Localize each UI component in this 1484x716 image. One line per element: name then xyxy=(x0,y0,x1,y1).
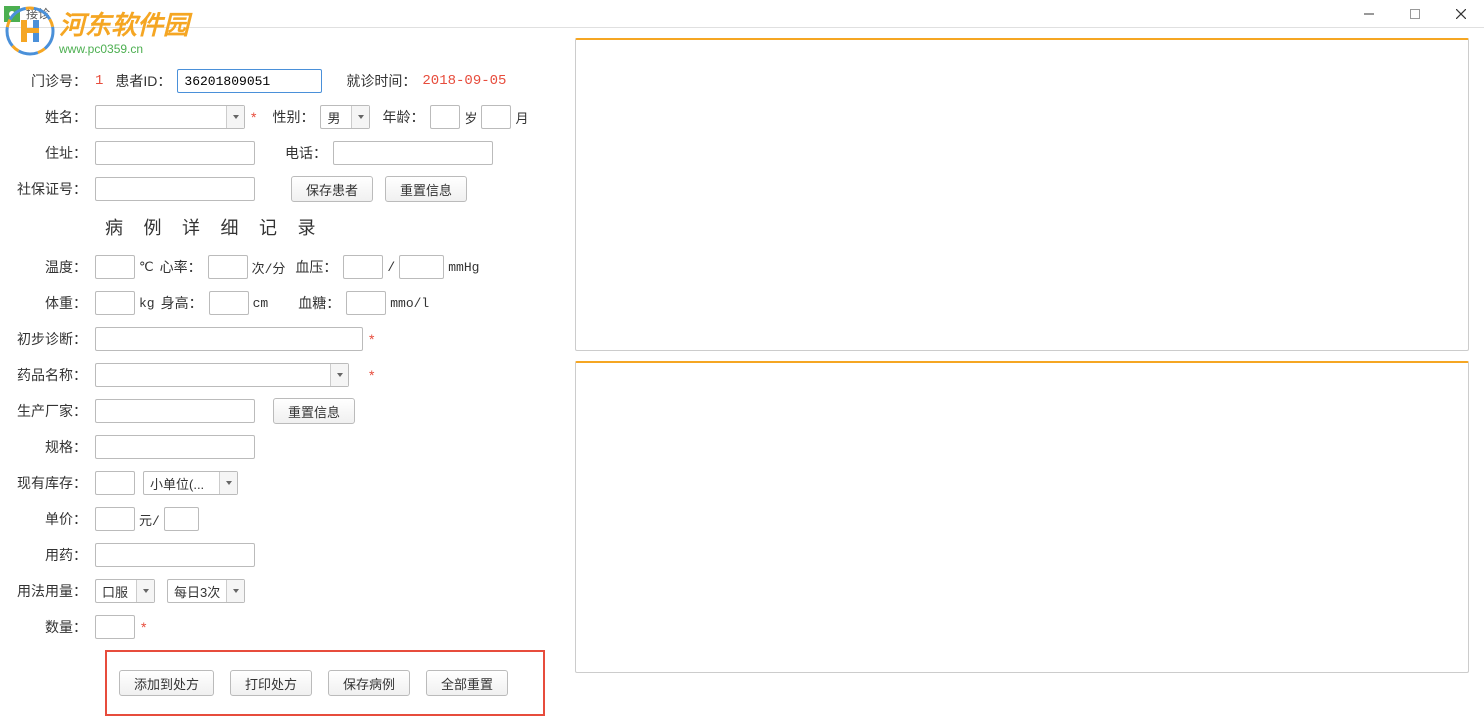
add-to-rx-button[interactable]: 添加到处方 xyxy=(119,670,214,696)
name-combo[interactable] xyxy=(95,105,245,129)
months-unit: 月 xyxy=(511,108,532,127)
window-controls xyxy=(1346,0,1484,27)
age-years-input[interactable] xyxy=(430,105,460,129)
diagnosis-input[interactable] xyxy=(95,327,363,351)
temp-input[interactable] xyxy=(95,255,135,279)
manufacturer-label: 生产厂家： xyxy=(10,401,95,421)
reset-info-button[interactable]: 重置信息 xyxy=(273,398,355,424)
ssn-label: 社保证号： xyxy=(10,179,95,199)
app-icon xyxy=(4,6,20,22)
save-patient-button[interactable]: 保存患者 xyxy=(291,176,373,202)
clinic-no-value: 1 xyxy=(95,73,103,89)
visit-time-value: 2018-09-05 xyxy=(422,73,506,89)
small-unit-combo[interactable]: 小单位(... xyxy=(143,471,238,495)
bs-unit: mmo/l xyxy=(386,296,433,311)
clinic-no-label: 门诊号： xyxy=(10,71,95,91)
price-input[interactable] xyxy=(95,507,135,531)
right-top-box xyxy=(575,38,1469,351)
weight-label: 体重： xyxy=(10,293,95,313)
spec-label: 规格： xyxy=(10,437,95,457)
price-unit-input[interactable] xyxy=(164,507,199,531)
stock-label: 现有库存： xyxy=(10,473,95,493)
bp-sys-input[interactable] xyxy=(343,255,383,279)
bp-label: 血压： xyxy=(289,257,343,277)
bs-input[interactable] xyxy=(346,291,386,315)
age-months-input[interactable] xyxy=(481,105,511,129)
action-buttons-highlight: 添加到处方 打印处方 保存病例 全部重置 xyxy=(105,650,545,716)
visit-time-label: 就诊时间： xyxy=(322,71,422,91)
stock-input[interactable] xyxy=(95,471,135,495)
name-label: 姓名： xyxy=(10,107,95,127)
hr-label: 心率： xyxy=(158,257,208,277)
right-panel xyxy=(570,28,1484,683)
ssn-input[interactable] xyxy=(95,177,255,201)
form-panel: 门诊号： 1 患者ID： 就诊时间： 2018-09-05 姓名： * 性别： … xyxy=(0,28,570,683)
bs-label: 血糖： xyxy=(272,293,346,313)
frequency-combo[interactable]: 每日3次 xyxy=(167,579,245,603)
medication-input[interactable] xyxy=(95,543,255,567)
drug-name-label: 药品名称： xyxy=(10,365,95,385)
required-mark: * xyxy=(369,331,374,347)
reset-patient-button[interactable]: 重置信息 xyxy=(385,176,467,202)
right-bottom-box xyxy=(575,361,1469,674)
case-record-title: 病 例 详 细 记 录 xyxy=(105,214,550,240)
usage-label: 用法用量： xyxy=(10,581,95,601)
height-unit: cm xyxy=(249,296,273,311)
age-label: 年龄： xyxy=(370,107,430,127)
years-unit: 岁 xyxy=(460,108,481,127)
temp-unit: ℃ xyxy=(135,260,158,275)
price-label: 单价： xyxy=(10,509,95,529)
gender-label: 性别： xyxy=(256,107,320,127)
height-input[interactable] xyxy=(209,291,249,315)
quantity-input[interactable] xyxy=(95,615,135,639)
spec-input[interactable] xyxy=(95,435,255,459)
maximize-button[interactable] xyxy=(1392,0,1438,27)
route-combo[interactable]: 口服 xyxy=(95,579,155,603)
phone-input[interactable] xyxy=(333,141,493,165)
yuan-per: 元/ xyxy=(135,510,164,529)
print-rx-button[interactable]: 打印处方 xyxy=(230,670,312,696)
weight-input[interactable] xyxy=(95,291,135,315)
weight-unit: kg xyxy=(135,296,159,311)
minimize-button[interactable] xyxy=(1346,0,1392,27)
medication-label: 用药： xyxy=(10,545,95,565)
drug-name-combo[interactable] xyxy=(95,363,349,387)
close-button[interactable] xyxy=(1438,0,1484,27)
bp-dia-input[interactable] xyxy=(399,255,444,279)
temp-label: 温度： xyxy=(10,257,95,277)
gender-combo[interactable]: 男 xyxy=(320,105,370,129)
patient-id-input[interactable] xyxy=(177,69,322,93)
address-label: 住址： xyxy=(10,143,95,163)
bp-sep: / xyxy=(383,260,399,275)
titlebar: 接诊 xyxy=(0,0,1484,28)
required-mark: * xyxy=(369,367,374,383)
height-label: 身高： xyxy=(159,293,209,313)
bp-unit: mmHg xyxy=(444,260,483,275)
required-mark: * xyxy=(141,619,146,635)
phone-label: 电话： xyxy=(255,143,333,163)
quantity-label: 数量： xyxy=(10,617,95,637)
hr-input[interactable] xyxy=(208,255,248,279)
address-input[interactable] xyxy=(95,141,255,165)
diagnosis-label: 初步诊断： xyxy=(10,329,95,349)
manufacturer-input[interactable] xyxy=(95,399,255,423)
reset-all-button[interactable]: 全部重置 xyxy=(426,670,508,696)
window-title: 接诊 xyxy=(26,5,50,22)
patient-id-label: 患者ID： xyxy=(103,71,177,91)
save-case-button[interactable]: 保存病例 xyxy=(328,670,410,696)
hr-unit: 次/分 xyxy=(248,258,290,277)
